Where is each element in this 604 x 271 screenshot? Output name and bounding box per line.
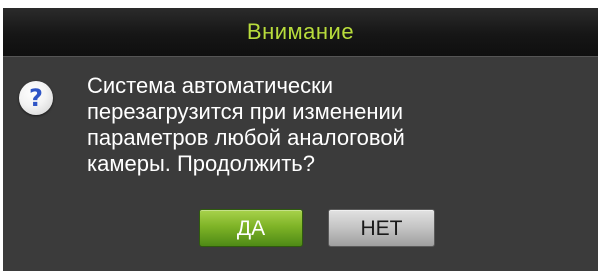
- message-line-2: перезагрузится при изменении: [87, 99, 404, 124]
- question-icon-glyph: ?: [29, 84, 43, 112]
- dialog-title: Внимание: [246, 19, 355, 44]
- dialog-message: Система автоматически перезагрузится при…: [87, 73, 527, 177]
- message-line-4: камеры. Продолжить?: [87, 151, 315, 176]
- message-line-1: Система автоматически: [87, 73, 334, 98]
- dialog-titlebar: Внимание: [3, 8, 598, 57]
- dialog-body: ? Система автоматически перезагрузится п…: [3, 57, 598, 271]
- yes-button[interactable]: ДА: [199, 209, 303, 247]
- question-icon: ?: [19, 81, 53, 115]
- message-line-3: параметров любой аналоговой: [87, 125, 405, 150]
- no-button[interactable]: НЕТ: [328, 209, 435, 247]
- confirm-dialog: Внимание ? Система автоматически перезаг…: [3, 8, 598, 271]
